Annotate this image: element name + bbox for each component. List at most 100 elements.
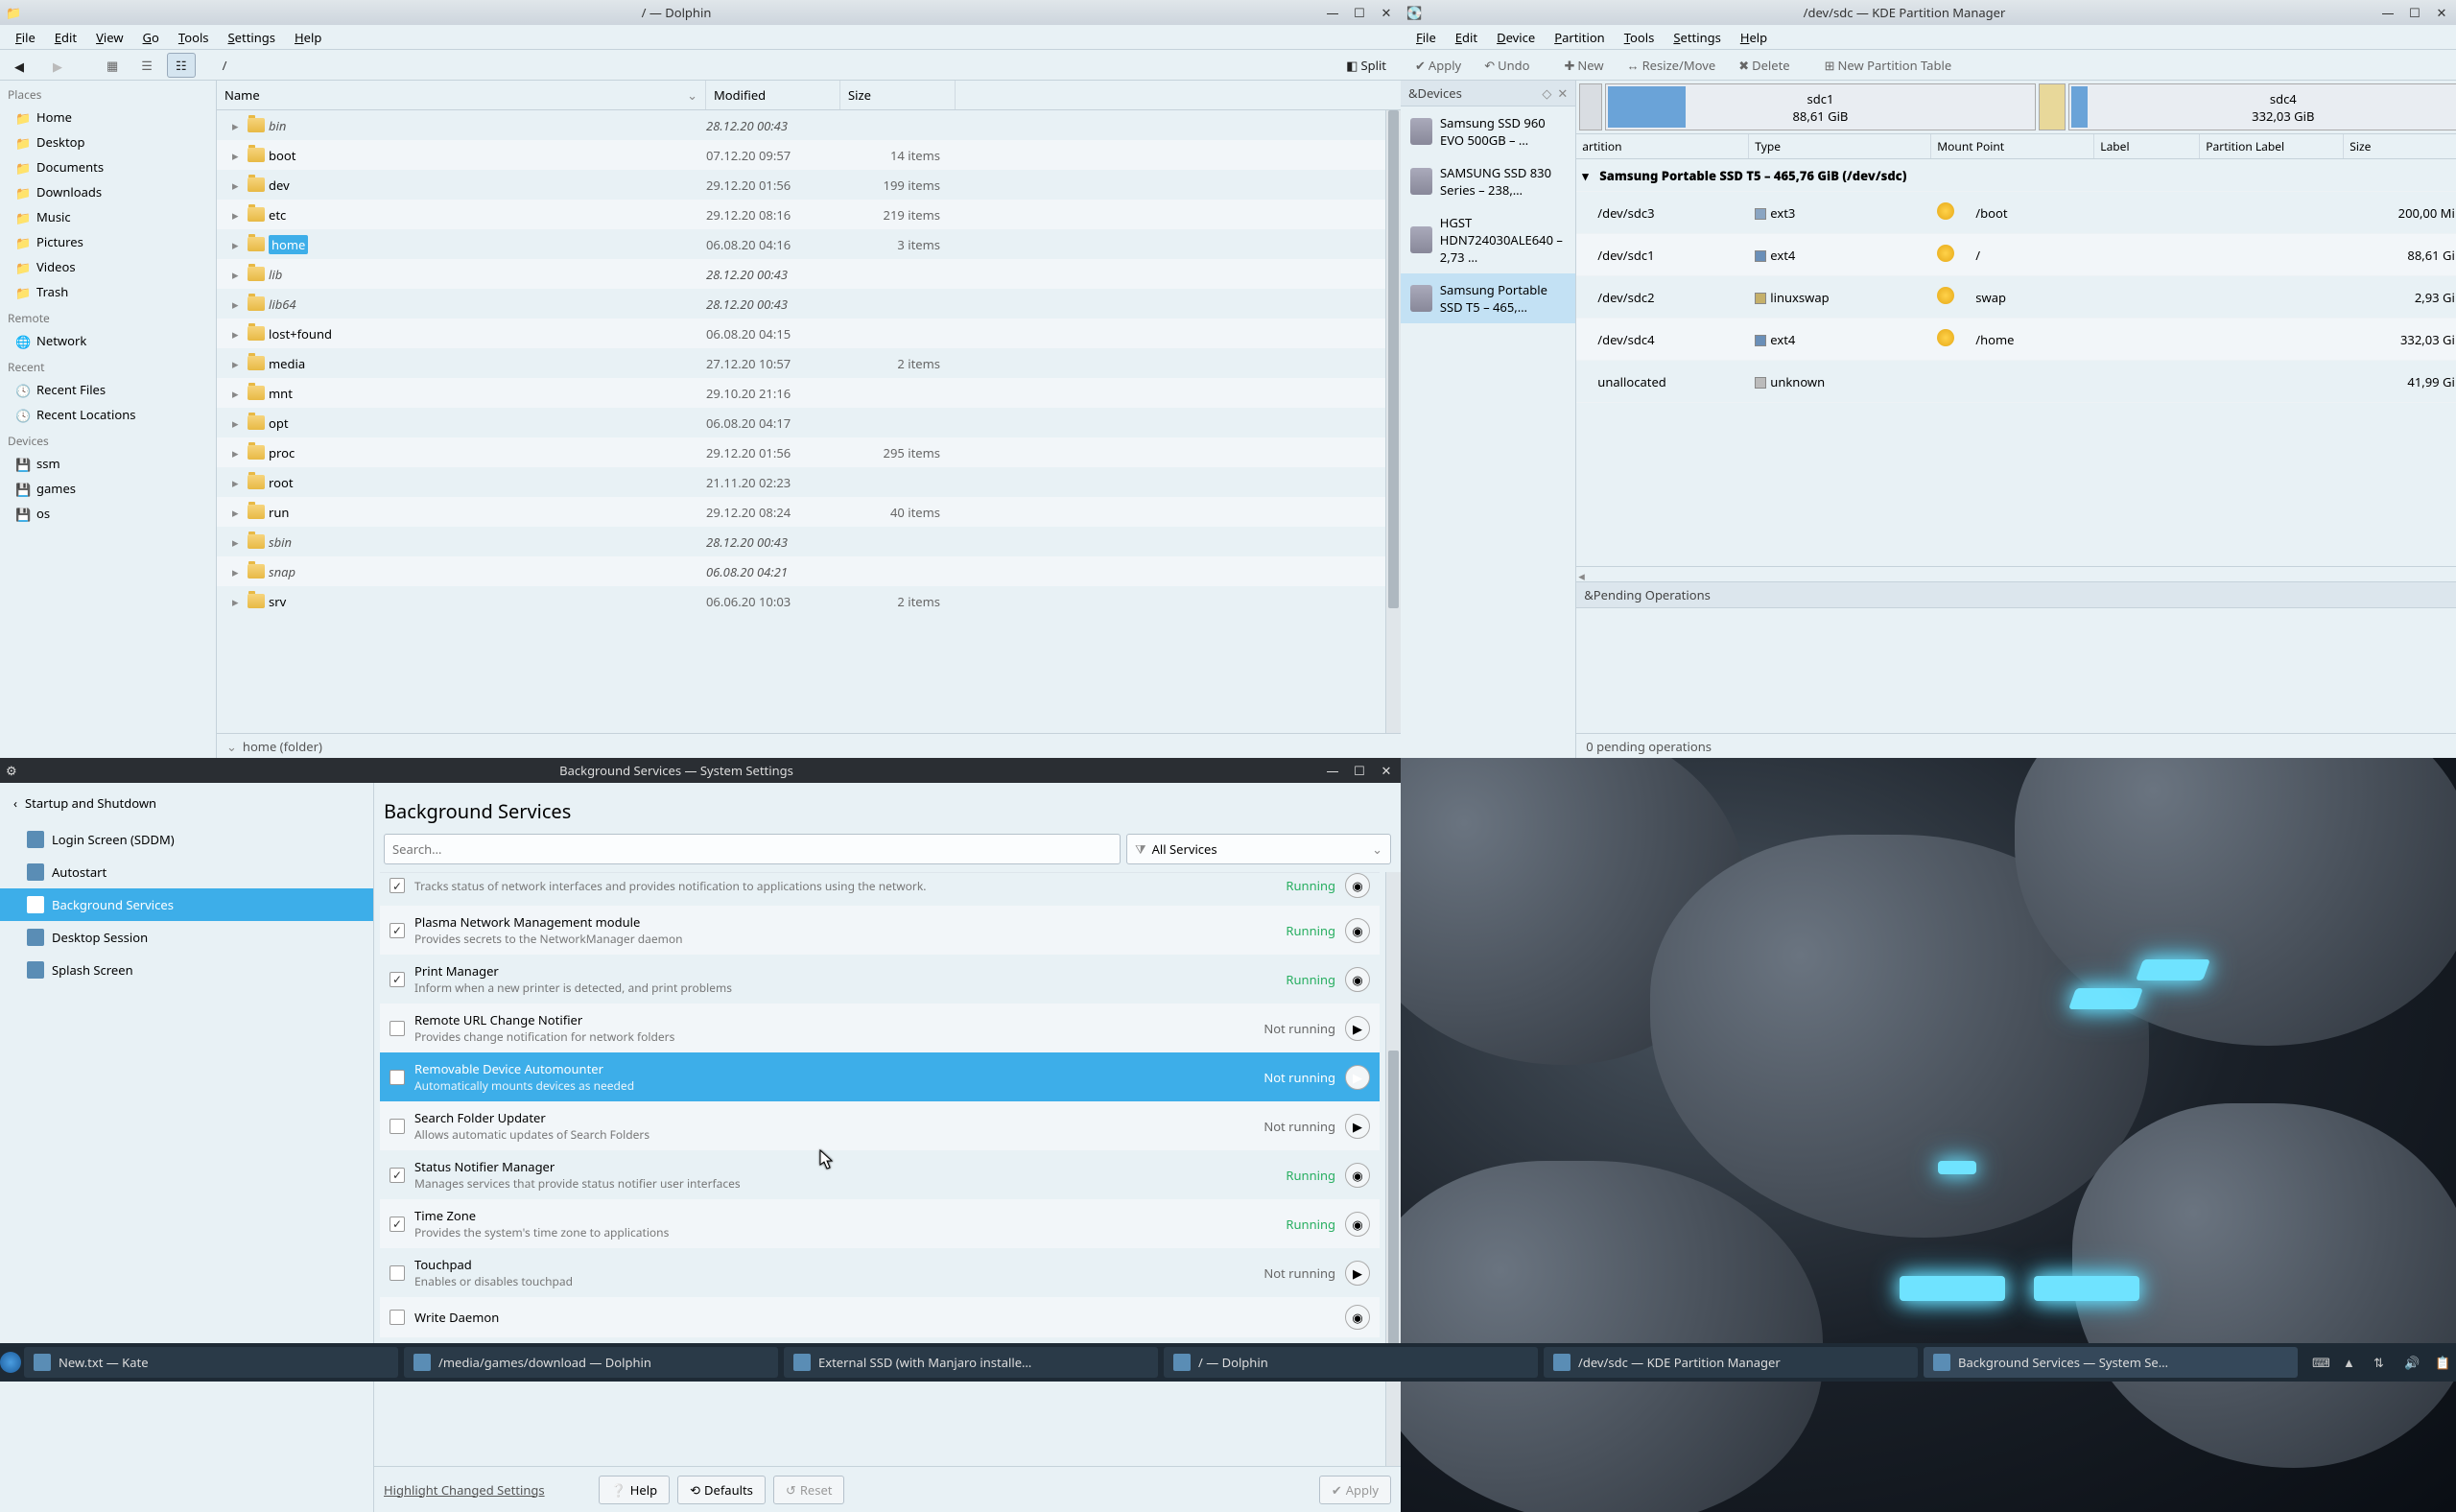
place-network[interactable]: 🌐Network [0, 328, 216, 353]
service-toggle-button[interactable]: ◉ [1345, 1212, 1370, 1237]
file-row[interactable]: ▸sbin28.12.20 00:43 [217, 527, 1385, 556]
menu-go[interactable]: Go [133, 26, 169, 49]
menu-edit[interactable]: Edit [1446, 26, 1487, 49]
service-row[interactable]: Print ManagerInform when a new printer i… [380, 955, 1380, 1004]
back-arrow-icon[interactable]: ‹ [13, 794, 17, 812]
expand-arrow-icon[interactable]: ▸ [232, 593, 244, 610]
menu-tools[interactable]: Tools [169, 26, 219, 49]
service-checkbox[interactable] [390, 878, 405, 893]
partition-device-header[interactable]: ▾Samsung Portable SSD T5 – 465,76 GiB (/… [1576, 159, 2456, 192]
place-trash[interactable]: 📁Trash [0, 279, 216, 304]
place-music[interactable]: 📁Music [0, 204, 216, 229]
expand-arrow-icon[interactable]: ▸ [232, 117, 244, 134]
maximize-icon[interactable]: ☐ [2406, 4, 2423, 21]
view-details-button[interactable]: ☷ [167, 53, 196, 78]
menu-partition[interactable]: Partition [1545, 26, 1615, 49]
back-button[interactable]: ◀ [6, 54, 38, 77]
expand-arrow-icon[interactable]: ▸ [232, 177, 244, 194]
place-videos[interactable]: 📁Videos [0, 254, 216, 279]
service-row[interactable]: Status Notifier ManagerManages services … [380, 1150, 1380, 1199]
place-recent-locations[interactable]: 🕓Recent Locations [0, 402, 216, 427]
help-button[interactable]: ❔Help [599, 1476, 671, 1504]
sidebar-item-background-services[interactable]: Background Services [0, 888, 373, 921]
close-icon[interactable]: ✕ [1378, 762, 1395, 779]
expand-arrow-icon[interactable]: ▸ [232, 563, 244, 580]
file-row[interactable]: ▸etc29.12.20 08:16219 items [217, 200, 1385, 229]
service-toggle-button[interactable]: ▶ [1345, 1114, 1370, 1139]
ss-titlebar[interactable]: ⚙ Background Services — System Settings … [0, 758, 1401, 783]
tray-network-icon[interactable]: ⇅ [2373, 1354, 2391, 1371]
device-item[interactable]: HGST HDN724030ALE640 – 2,73 … [1401, 206, 1575, 273]
file-row[interactable]: ▸run29.12.20 08:2440 items [217, 497, 1385, 527]
taskbar-task[interactable]: Background Services — System Se… [1924, 1347, 2298, 1378]
place-ssm[interactable]: 💾ssm [0, 451, 216, 476]
place-recent-files[interactable]: 🕓Recent Files [0, 377, 216, 402]
sidebar-item-autostart[interactable]: Autostart [0, 856, 373, 888]
service-checkbox[interactable] [390, 923, 405, 938]
col-name[interactable]: Name ⌄ [217, 81, 706, 109]
new-button[interactable]: ✚ New [1556, 53, 1613, 78]
menu-help[interactable]: Help [1731, 26, 1777, 49]
file-row[interactable]: ▸lib28.12.20 00:43 [217, 259, 1385, 289]
expand-arrow-icon[interactable]: ▸ [232, 355, 244, 372]
service-toggle-button[interactable]: ▶ [1345, 1065, 1370, 1090]
sidebar-item-splash-screen[interactable]: Splash Screen [0, 954, 373, 986]
place-documents[interactable]: 📁Documents [0, 154, 216, 179]
view-compact-button[interactable]: ☰ [132, 53, 161, 78]
service-checkbox[interactable] [390, 1217, 405, 1232]
expand-arrow-icon[interactable]: ▸ [232, 147, 244, 164]
highlight-changed-link[interactable]: Highlight Changed Settings [384, 1481, 545, 1499]
service-row[interactable]: Removable Device AutomounterAutomaticall… [380, 1052, 1380, 1101]
minimize-icon[interactable]: — [2379, 4, 2397, 21]
menu-tools[interactable]: Tools [1615, 26, 1665, 49]
undo-button[interactable]: ↶ Undo [1476, 53, 1538, 78]
partition-visualization[interactable]: sdc188,61 GiBsdc4332,03 GiB [1576, 81, 2456, 134]
service-toggle-button[interactable]: ◉ [1345, 873, 1370, 898]
file-list-header[interactable]: Name ⌄ Modified Size [217, 81, 1401, 110]
place-pictures[interactable]: 📁Pictures [0, 229, 216, 254]
service-toggle-button[interactable]: ◉ [1345, 918, 1370, 943]
maximize-icon[interactable]: ☐ [1351, 762, 1368, 779]
service-row[interactable]: Write Daemon◉ [380, 1297, 1380, 1337]
kpm-titlebar[interactable]: 💽 /dev/sdc — KDE Partition Manager — ☐ ✕ [1401, 0, 2456, 25]
partition-row[interactable]: /dev/sdc3ext3/boot200,00 MiB150,76 MiB [1576, 192, 2456, 234]
tray-notification-icon[interactable]: ▲ [2343, 1354, 2360, 1371]
service-row[interactable]: TouchpadEnables or disables touchpadNot … [380, 1248, 1380, 1297]
minimize-icon[interactable]: — [1324, 762, 1341, 779]
minimize-icon[interactable]: — [1324, 4, 1341, 21]
device-item[interactable]: SAMSUNG SSD 830 Series – 238,… [1401, 156, 1575, 206]
service-checkbox[interactable] [390, 1119, 405, 1134]
file-row[interactable]: ▸lib6428.12.20 00:43 [217, 289, 1385, 319]
sidebar-item-desktop-session[interactable]: Desktop Session [0, 921, 373, 954]
view-icons-button[interactable]: ▦ [98, 53, 127, 78]
new-table-button[interactable]: ⊞ New Partition Table [1816, 53, 1961, 78]
taskbar-task[interactable]: / — Dolphin [1164, 1347, 1538, 1378]
device-item[interactable]: Samsung Portable SSD T5 – 465,… [1401, 273, 1575, 323]
sidebar-item-login-screen-sddm-[interactable]: Login Screen (SDDM) [0, 823, 373, 856]
tray-volume-icon[interactable]: 🔊 [2404, 1354, 2421, 1371]
close-icon[interactable]: ✕ [2433, 4, 2450, 21]
service-checkbox[interactable] [390, 1021, 405, 1036]
taskbar-task[interactable]: New.txt — Kate [24, 1347, 398, 1378]
expand-arrow-icon[interactable]: ▸ [232, 206, 244, 224]
file-row[interactable]: ▸mnt29.10.20 21:16 [217, 378, 1385, 408]
service-checkbox[interactable] [390, 1265, 405, 1281]
col-size[interactable]: Size [840, 81, 956, 109]
menu-edit[interactable]: Edit [45, 26, 86, 49]
partition-segment[interactable] [2039, 83, 2066, 130]
service-checkbox[interactable] [390, 1310, 405, 1325]
place-home[interactable]: 📁Home [0, 105, 216, 130]
start-button[interactable] [0, 1343, 21, 1382]
col-modified[interactable]: Modified [706, 81, 840, 109]
service-row[interactable]: Remote URL Change NotifierProvides chang… [380, 1004, 1380, 1052]
delete-button[interactable]: ✖ Delete [1730, 53, 1798, 78]
expand-arrow-icon[interactable]: ▸ [232, 295, 244, 313]
resize-button[interactable]: ↔ Resize/Move [1618, 53, 1725, 78]
partition-segment[interactable]: sdc4332,03 GiB [2068, 83, 2456, 130]
place-os[interactable]: 💾os [0, 501, 216, 526]
partition-h-scroll[interactable]: ◂ ▸ [1576, 566, 2456, 581]
partition-segment[interactable] [1579, 83, 1602, 130]
taskbar-task[interactable]: External SSD (with Manjaro installe… [784, 1347, 1158, 1378]
service-toggle-button[interactable]: ▶ [1345, 1016, 1370, 1041]
menu-file[interactable]: File [6, 26, 45, 49]
